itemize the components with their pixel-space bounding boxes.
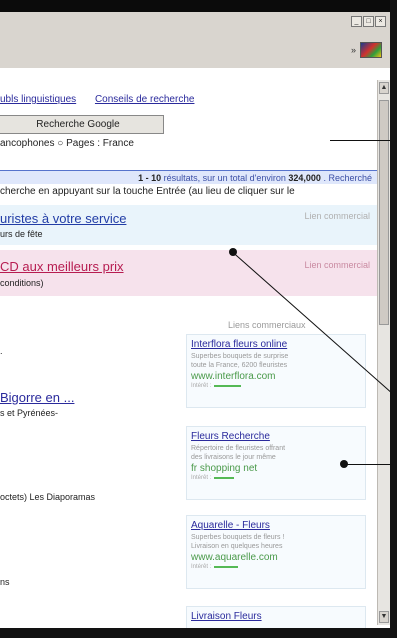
ad-interest-label: Intérêt : [191, 475, 212, 481]
language-tools-link[interactable]: ubls linguistiques [0, 94, 76, 105]
ad-description: Superbes bouquets de fleurs ! Livraison … [191, 534, 285, 550]
toolbar-overflow-chevron-icon[interactable]: » [351, 45, 356, 55]
ad-interest-meter: Intérêt : [191, 564, 361, 570]
ad-interest-label: Intérêt : [191, 383, 212, 389]
vertical-scrollbar[interactable]: ▲ ▼ [377, 80, 390, 625]
organic-result-snippet: ns [0, 577, 10, 587]
results-suffix: . Recherché [323, 173, 372, 183]
result-fragment-dot: . [0, 346, 3, 356]
organic-result-snippet: octets) Les Diaporamas [0, 492, 96, 502]
ad-url[interactable]: fr shopping net [191, 463, 361, 474]
ad-interest-meter: Intérêt : [191, 383, 361, 389]
ad-interest-bar [214, 566, 239, 568]
ad-title[interactable]: Livraison Fleurs [191, 611, 361, 622]
scroll-up-arrow-icon[interactable]: ▲ [379, 82, 389, 94]
sponsored-link-label: Lien commercial [304, 211, 370, 221]
ad-interest-bar [214, 385, 242, 387]
organic-result-snippet: s et Pyrénées- [0, 408, 59, 418]
ad-interest-label: Intérêt : [191, 564, 212, 570]
search-tips-link[interactable]: Conseils de recherche [95, 94, 195, 105]
ad-interest-bar [214, 477, 235, 479]
browser-toolbar: _ □ × » [0, 12, 390, 69]
language-filter-options[interactable]: ancophones ○ Pages : France [0, 138, 134, 149]
windows-flag-logo-icon [360, 42, 382, 58]
top-links: ubls linguistiques Conseils de recherche [0, 94, 210, 105]
ad-description: Superbes bouquets de surprise toute la F… [191, 353, 289, 369]
close-button[interactable]: × [375, 16, 386, 27]
sponsored-link-subtitle: conditions) [0, 278, 44, 288]
sponsored-link-top-2[interactable]: CD aux meilleurs prix conditions) Lien c… [0, 250, 378, 296]
right-edge-frame [390, 0, 397, 638]
bottom-edge-frame [0, 628, 397, 638]
google-search-button[interactable]: Recherche Google [0, 115, 164, 134]
page-viewport: ubls linguistiques Conseils de recherche… [0, 68, 390, 628]
sponsored-link-label: Lien commercial [304, 260, 370, 270]
results-stats-bar: 1 - 10 résultats, sur un total d'environ… [0, 170, 378, 184]
ad-url[interactable]: www.interflora.com [191, 371, 361, 382]
ad-url[interactable]: www.aquarelle.com [191, 552, 361, 563]
callout-line [344, 464, 394, 465]
ad-card[interactable]: Fleurs Recherche Répertoire de fleuriste… [186, 426, 366, 500]
ad-title[interactable]: Aquarelle - Fleurs [191, 520, 361, 531]
ad-card[interactable]: Livraison Fleurs [186, 606, 366, 628]
sponsored-link-title[interactable]: uristes à votre service [0, 211, 126, 226]
callout-line [330, 140, 390, 141]
organic-result-title[interactable]: Bigorre en ... [0, 390, 74, 405]
maximize-button[interactable]: □ [363, 16, 374, 27]
minimize-button[interactable]: _ [351, 16, 362, 27]
window-controls: _ □ × [351, 16, 386, 27]
search-hint-text: cherche en appuyant sur la touche Entrée… [0, 186, 295, 197]
screenshot-frame: _ □ × » ubls linguistiques Conseils de r… [0, 0, 397, 638]
scroll-down-arrow-icon[interactable]: ▼ [379, 611, 389, 623]
sponsored-link-top-1[interactable]: uristes à votre service urs de fête Lien… [0, 205, 378, 245]
ad-description: Répertoire de fleuristes offrant des liv… [191, 445, 286, 461]
sponsored-link-subtitle: urs de fête [0, 229, 43, 239]
ad-card[interactable]: Aquarelle - Fleurs Superbes bouquets de … [186, 515, 366, 589]
results-range: 1 - 10 [138, 173, 162, 183]
ads-column-header: Liens commerciaux [228, 320, 306, 330]
results-prefix: résultats, sur un total d'environ [163, 173, 286, 183]
scrollbar-thumb[interactable] [379, 100, 389, 325]
ad-title[interactable]: Fleurs Recherche [191, 431, 361, 442]
results-total: 324,000 [288, 173, 321, 183]
sponsored-link-title[interactable]: CD aux meilleurs prix [0, 259, 124, 274]
ad-interest-meter: Intérêt : [191, 475, 361, 481]
